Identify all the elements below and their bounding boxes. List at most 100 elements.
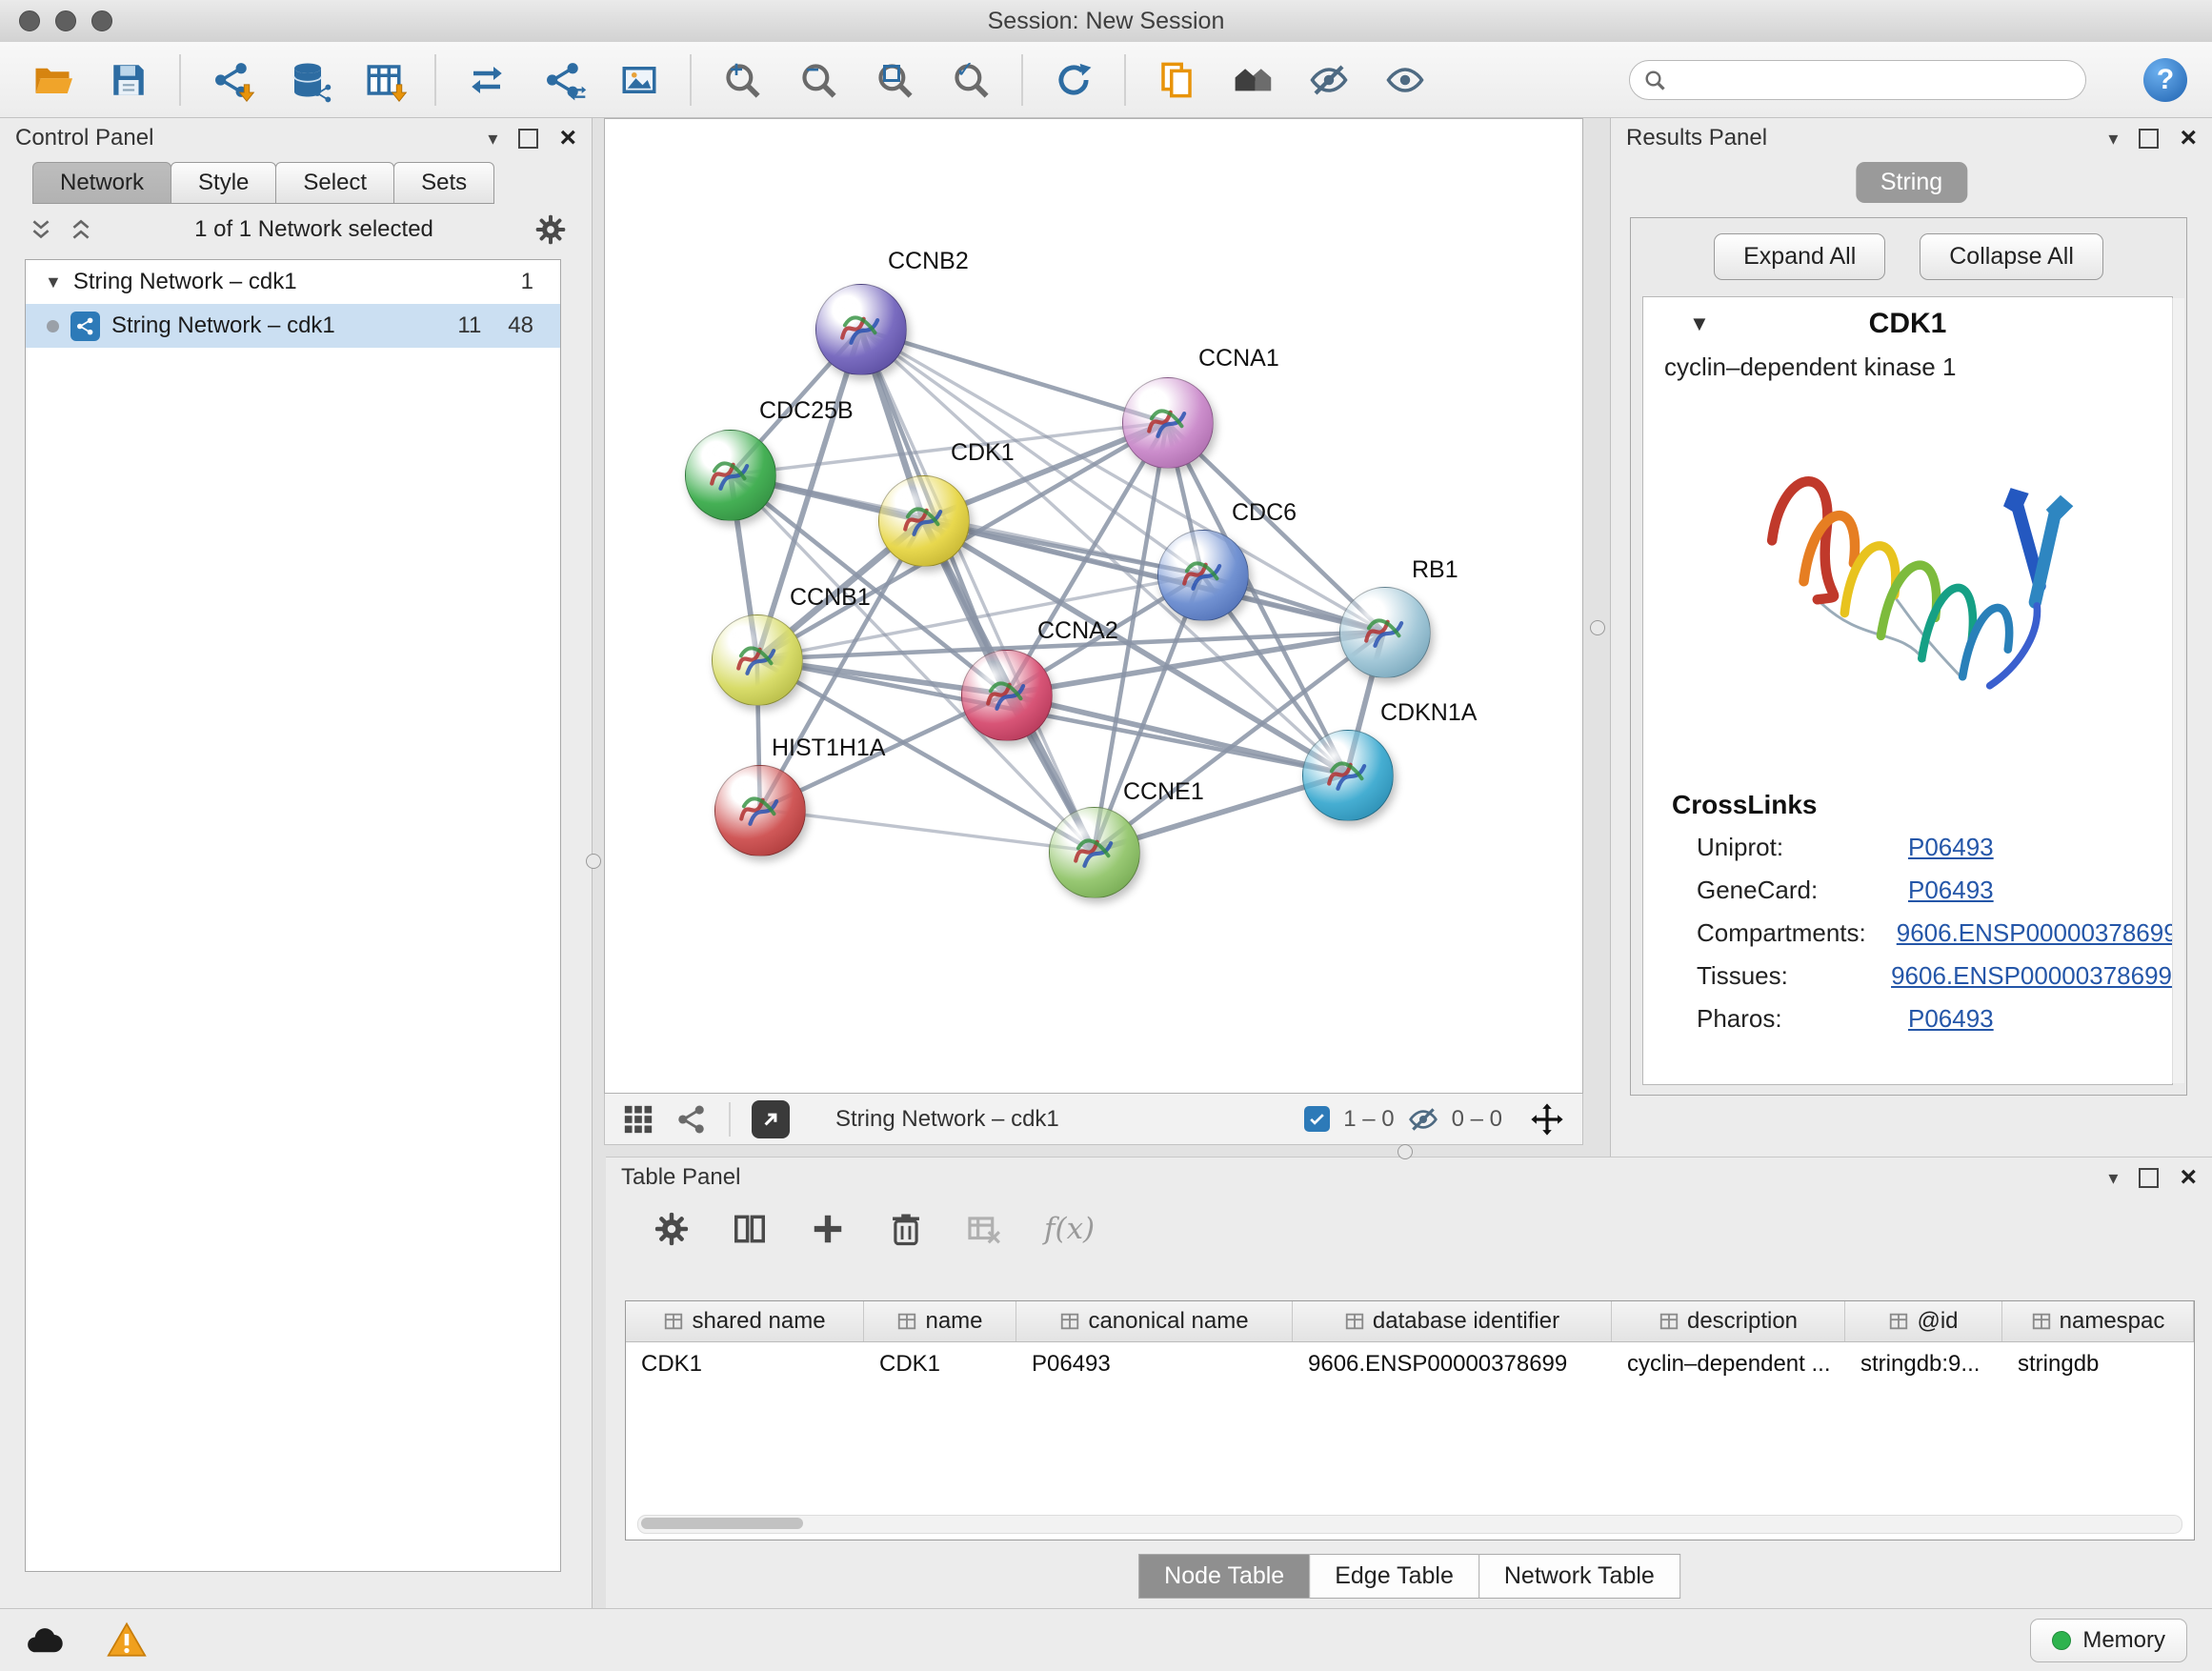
expand-all-button[interactable]: Expand All xyxy=(1714,233,1885,280)
column-header-name[interactable]: name xyxy=(864,1301,1016,1341)
crosslink-value-link[interactable]: 9606.ENSP00000378699 xyxy=(1897,918,2173,948)
hide-selected-button[interactable] xyxy=(1303,54,1355,106)
zoom-in-button[interactable]: + xyxy=(716,54,768,106)
crosslinks-list: Uniprot:P06493GeneCard:P06493Compartment… xyxy=(1643,826,2172,1040)
zoom-out-button[interactable]: − xyxy=(793,54,844,106)
tree-caret-icon[interactable]: ▼ xyxy=(45,272,62,292)
tab-node-table[interactable]: Node Table xyxy=(1138,1554,1310,1599)
column-header-shared-name[interactable]: shared name xyxy=(626,1301,864,1341)
column-header--id[interactable]: @id xyxy=(1845,1301,2002,1341)
network-node-ccnb1[interactable] xyxy=(712,614,803,706)
network-node-cdkn1a[interactable] xyxy=(1302,730,1394,821)
network-node-hist1h1a[interactable] xyxy=(714,765,806,856)
table-horizontal-scrollbar[interactable] xyxy=(637,1515,2182,1534)
clone-network-button[interactable] xyxy=(1151,54,1202,106)
tab-edge-table[interactable]: Edge Table xyxy=(1309,1554,1479,1599)
import-table-button[interactable] xyxy=(358,54,410,106)
crosslink-value-link[interactable]: 9606.ENSP00000378699 xyxy=(1891,961,2172,991)
network-edge[interactable] xyxy=(860,330,1166,423)
pan-crosshair-icon[interactable] xyxy=(1529,1101,1565,1137)
open-session-button[interactable] xyxy=(27,54,78,106)
crosslink-value-link[interactable]: P06493 xyxy=(1908,1004,1994,1034)
memory-button[interactable]: Memory xyxy=(2030,1619,2187,1662)
panel-close-icon[interactable]: × xyxy=(2180,1168,2197,1187)
toolbar-separator xyxy=(434,54,436,106)
panel-close-icon[interactable]: × xyxy=(559,129,576,148)
network-collection-count: 1 xyxy=(521,269,549,295)
table-settings-gear-icon[interactable] xyxy=(654,1211,690,1247)
panel-float-icon[interactable] xyxy=(518,129,538,149)
network-overview-icon[interactable] xyxy=(675,1103,708,1136)
show-columns-icon[interactable] xyxy=(732,1211,768,1247)
collapse-caret-icon[interactable]: ▼ xyxy=(1689,312,1710,336)
collapse-all-button[interactable]: Collapse All xyxy=(1920,233,2103,280)
tab-string[interactable]: String xyxy=(1856,162,1967,203)
warning-icon[interactable] xyxy=(107,1621,147,1661)
protein-card-header[interactable]: ▼ CDK1 xyxy=(1643,297,2172,351)
expand-all-icon[interactable] xyxy=(69,217,93,242)
panel-close-icon[interactable]: × xyxy=(2180,129,2197,148)
cloud-icon[interactable] xyxy=(25,1621,65,1661)
network-node-ccna2[interactable] xyxy=(961,650,1053,741)
tab-sets[interactable]: Sets xyxy=(393,162,494,204)
results-scrollbar[interactable] xyxy=(2172,298,2184,1083)
column-header-database-identifier[interactable]: database identifier xyxy=(1293,1301,1612,1341)
network-node-cdk1[interactable] xyxy=(878,475,970,567)
zoom-selected-button[interactable]: ✓ xyxy=(945,54,996,106)
selected-checkbox-icon[interactable] xyxy=(1304,1106,1330,1132)
panel-menu-icon[interactable]: ▾ xyxy=(488,127,497,151)
network-row-selected[interactable]: String Network – cdk1 11 48 xyxy=(26,304,560,348)
tab-select[interactable]: Select xyxy=(275,162,394,204)
panel-menu-icon[interactable]: ▾ xyxy=(2108,127,2118,151)
network-node-ccne1[interactable] xyxy=(1049,807,1140,898)
gear-icon[interactable] xyxy=(534,213,567,246)
network-node-rb1[interactable] xyxy=(1339,587,1431,678)
panel-float-icon[interactable] xyxy=(2139,129,2159,149)
add-column-icon[interactable] xyxy=(810,1211,846,1247)
column-header-namespac[interactable]: namespac xyxy=(2002,1301,2194,1341)
import-network-file-button[interactable] xyxy=(206,54,257,106)
birds-eye-view-icon[interactable] xyxy=(622,1103,654,1136)
tab-network[interactable]: Network xyxy=(32,162,171,204)
network-node-ccna1[interactable] xyxy=(1122,377,1214,469)
horizontal-splitter-handle[interactable] xyxy=(1398,1144,1413,1159)
function-builder-icon[interactable]: f(x) xyxy=(1044,1212,1095,1246)
search-input[interactable] xyxy=(1676,66,2072,93)
network-node-cdc6[interactable] xyxy=(1157,530,1249,621)
window-close-button[interactable] xyxy=(19,10,40,31)
export-view-button[interactable] xyxy=(752,1100,790,1138)
network-edge[interactable] xyxy=(860,330,1094,852)
panel-float-icon[interactable] xyxy=(2139,1168,2159,1188)
import-network-database-button[interactable] xyxy=(282,54,333,106)
column-header-description[interactable]: description xyxy=(1612,1301,1845,1341)
delete-column-icon[interactable] xyxy=(888,1211,924,1247)
export-network-button[interactable] xyxy=(537,54,589,106)
crosslink-value-link[interactable]: P06493 xyxy=(1908,876,1994,905)
hidden-eye-icon[interactable] xyxy=(1408,1104,1438,1135)
houses-icon[interactable] xyxy=(1227,54,1278,106)
zoom-fit-button[interactable] xyxy=(869,54,920,106)
network-edge[interactable] xyxy=(760,810,1094,852)
vertical-splitter-handle[interactable] xyxy=(586,854,601,869)
crosslink-value-link[interactable]: P06493 xyxy=(1908,833,1994,862)
network-collection-row[interactable]: ▼ String Network – cdk1 1 xyxy=(26,260,560,304)
help-button[interactable]: ? xyxy=(2143,58,2187,102)
vertical-splitter-handle[interactable] xyxy=(1590,620,1605,635)
network-node-cdc25b[interactable] xyxy=(685,430,776,521)
tab-style[interactable]: Style xyxy=(171,162,276,204)
table-row[interactable]: CDK1CDK1P064939606.ENSP00000378699cyclin… xyxy=(626,1342,2194,1386)
collapse-all-icon[interactable] xyxy=(29,217,53,242)
window-zoom-button[interactable] xyxy=(91,10,112,31)
save-session-button[interactable] xyxy=(103,54,154,106)
table-body: CDK1CDK1P064939606.ENSP00000378699cyclin… xyxy=(626,1342,2194,1386)
refresh-view-button[interactable] xyxy=(1048,54,1099,106)
undo-redo-icon[interactable] xyxy=(461,54,513,106)
window-minimize-button[interactable] xyxy=(55,10,76,31)
network-canvas[interactable]: CCNB2CCNA1CDC25BCDK1CDC6RB1CCNB1CCNA2CDK… xyxy=(604,118,1583,1094)
show-all-button[interactable] xyxy=(1379,54,1431,106)
network-node-ccnb2[interactable] xyxy=(815,284,907,375)
panel-menu-icon[interactable]: ▾ xyxy=(2108,1166,2118,1190)
export-image-button[interactable] xyxy=(613,54,665,106)
tab-network-table[interactable]: Network Table xyxy=(1478,1554,1680,1599)
column-header-canonical-name[interactable]: canonical name xyxy=(1016,1301,1293,1341)
